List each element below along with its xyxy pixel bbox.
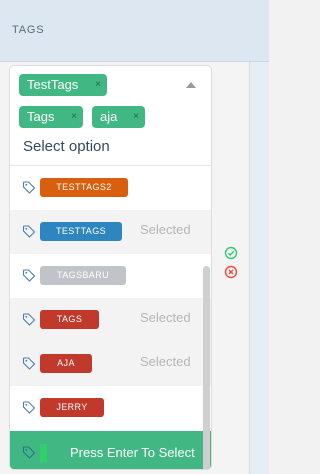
next-column-edge: [249, 62, 269, 474]
option-pill: [40, 444, 47, 462]
press-enter-hint: Press Enter To Select: [70, 445, 195, 460]
option-pill: JERRY: [40, 398, 104, 417]
option-item[interactable]: TESTTAGS Selected: [10, 210, 211, 254]
option-item[interactable]: TAGSBARU: [10, 254, 211, 298]
selected-indicator: Selected: [140, 222, 191, 237]
selected-tag-label: aja: [100, 109, 118, 124]
option-pill: TESTTAGS: [40, 222, 122, 241]
option-item[interactable]: JERRY: [10, 386, 211, 430]
tag-icon: [22, 401, 36, 414]
tag-icon: [22, 357, 36, 370]
selected-tag: Tags ×: [19, 106, 83, 128]
tag-icon: [22, 446, 36, 459]
selected-tag-label: Tags: [27, 109, 55, 124]
option-pill: TESTTAGS2: [40, 178, 128, 197]
option-pill: TAGS: [40, 310, 99, 329]
selected-tag: TestTags ×: [19, 74, 107, 96]
tag-multiselect[interactable]: TestTags × Tags × aja × Select option TE…: [9, 65, 212, 470]
search-placeholder[interactable]: Select option: [23, 138, 110, 155]
remove-tag-icon[interactable]: ×: [71, 106, 77, 128]
selected-tag-label: TestTags: [27, 77, 79, 92]
tag-icon: [22, 269, 36, 282]
remove-tag-icon[interactable]: ×: [95, 74, 101, 96]
column-title: TAGS: [12, 24, 45, 36]
tag-icon: [22, 225, 36, 238]
tag-icon: [22, 181, 36, 194]
selected-indicator: Selected: [140, 310, 191, 325]
selected-tags-area[interactable]: TestTags × Tags × aja × Select option: [10, 66, 211, 166]
x-circle-icon[interactable]: [224, 265, 238, 279]
caret-up-icon[interactable]: [186, 82, 196, 88]
tag-icon: [22, 313, 36, 326]
highlighted-option[interactable]: Press Enter To Select: [10, 431, 211, 469]
remove-tag-icon[interactable]: ×: [133, 106, 139, 128]
check-circle-icon[interactable]: [224, 246, 238, 260]
option-pill: AJA: [40, 354, 92, 373]
option-item[interactable]: AJA Selected: [10, 342, 211, 386]
options-list[interactable]: TESTTAGS2 TESTTAGS Selected TAGSBARU TAG…: [10, 165, 211, 469]
options-scrollbar[interactable]: [203, 266, 210, 469]
option-item[interactable]: TAGS Selected: [10, 298, 211, 342]
selected-tag: aja ×: [92, 106, 145, 128]
tags-column-header: TAGS: [0, 0, 269, 62]
option-pill: TAGSBARU: [40, 266, 126, 285]
option-item[interactable]: TESTTAGS2: [10, 166, 211, 210]
selected-indicator: Selected: [140, 354, 191, 369]
